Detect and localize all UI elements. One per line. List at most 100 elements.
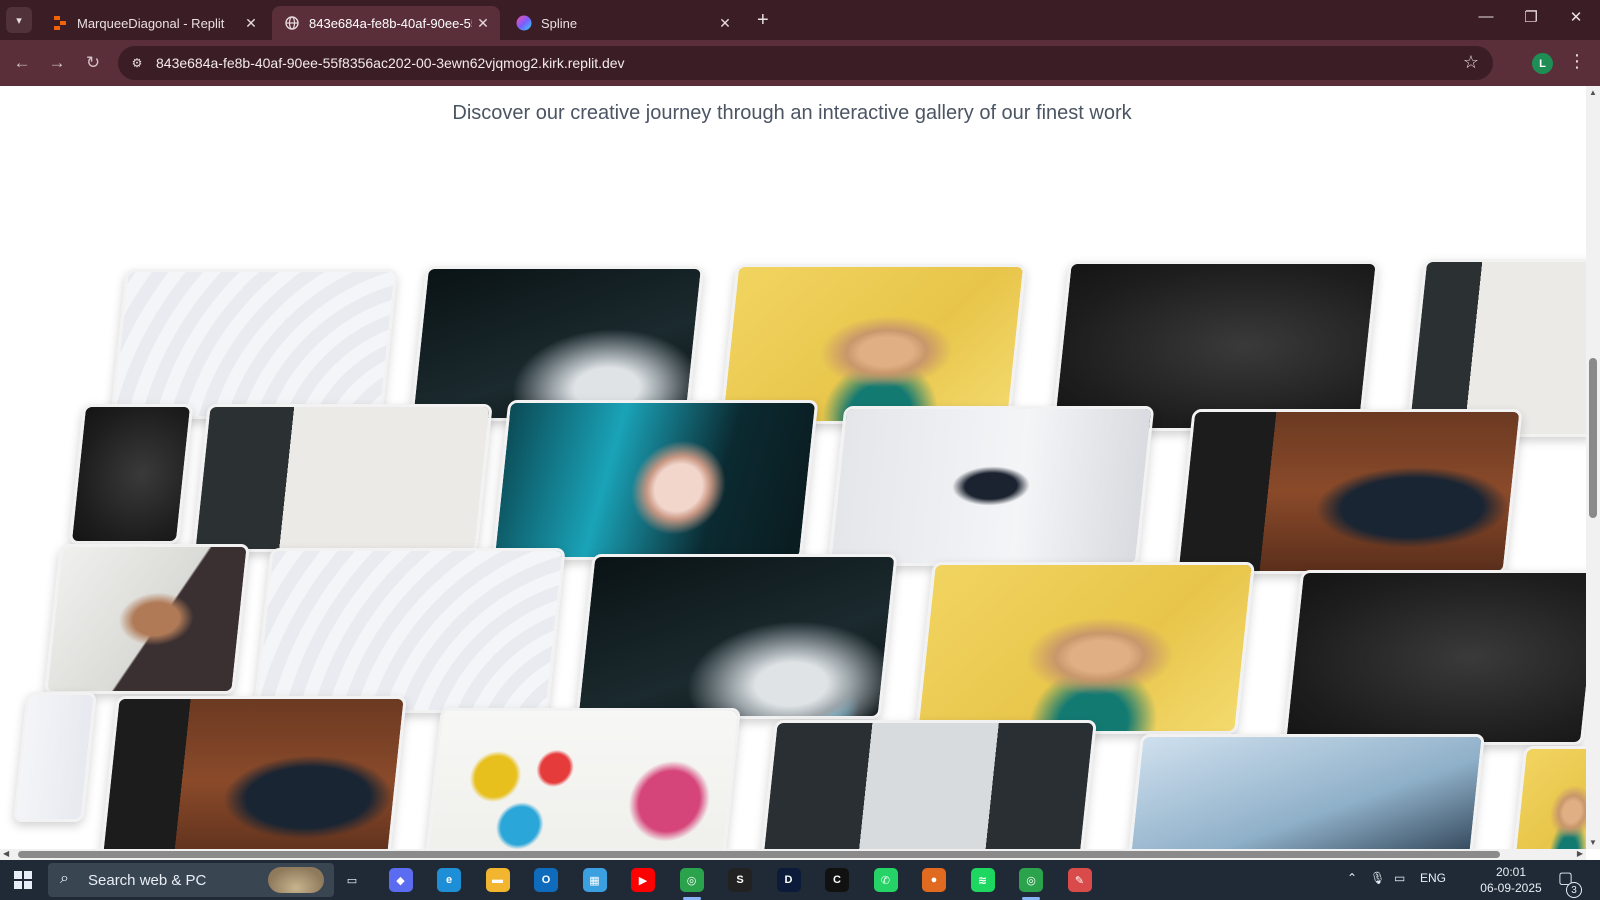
vertical-scrollbar[interactable]: ▲ ▼ bbox=[1586, 86, 1600, 849]
gallery-photo bbox=[830, 409, 1152, 563]
vertical-scroll-thumb[interactable] bbox=[1589, 358, 1597, 518]
store-icon[interactable]: ▦ bbox=[582, 868, 607, 892]
chrome-profile-l-icon[interactable]: ◎ bbox=[1019, 868, 1043, 892]
gallery-card[interactable] bbox=[423, 708, 741, 849]
whatsapp-icon[interactable]: ✆ bbox=[873, 868, 898, 892]
gallery-card[interactable] bbox=[110, 269, 398, 419]
site-info-icon[interactable]: ⚙ bbox=[128, 54, 146, 72]
gallery-card[interactable] bbox=[1175, 409, 1523, 574]
gallery-photo bbox=[426, 711, 738, 849]
clock[interactable]: 20:01 06-09-2025 bbox=[1468, 864, 1554, 896]
search-icon: ⌕ bbox=[60, 870, 69, 887]
gallery-card[interactable] bbox=[1123, 734, 1485, 849]
edge-icon[interactable]: e bbox=[437, 868, 461, 892]
chrome-profile-a-icon[interactable]: ◎ bbox=[679, 868, 704, 892]
globe-icon bbox=[284, 15, 300, 31]
gallery-photo bbox=[494, 403, 816, 557]
gallery-card[interactable] bbox=[575, 554, 898, 719]
tab-replit-dev[interactable]: 843e684a-fe8b-40af-90ee-55f8 ✕ bbox=[272, 6, 500, 40]
bookmark-star-icon[interactable]: ☆ bbox=[1463, 52, 1479, 73]
tab-title: 843e684a-fe8b-40af-90ee-55f8 bbox=[309, 15, 472, 31]
page-subtitle: Discover our creative journey through an… bbox=[452, 102, 1132, 124]
language-indicator[interactable]: ENG bbox=[1420, 871, 1446, 885]
gallery-photo bbox=[113, 272, 395, 416]
reload-icon[interactable]: ↻ bbox=[80, 50, 106, 76]
task-view-icon[interactable]: ▭ bbox=[340, 868, 364, 892]
browser-tab-bar: ▾ MarqueeDiagonal - Replit ✕ 843e684a-fe… bbox=[0, 0, 1600, 40]
file-explorer-icon[interactable]: ▬ bbox=[485, 868, 510, 892]
gallery-photo bbox=[256, 551, 563, 710]
scroll-down-arrow-icon[interactable]: ▼ bbox=[1589, 838, 1597, 847]
gallery-photo bbox=[1286, 573, 1586, 742]
gallery-card[interactable] bbox=[68, 404, 194, 544]
clock-time: 20:01 bbox=[1495, 865, 1527, 879]
gallery-photo bbox=[722, 267, 1024, 421]
scroll-left-arrow-icon[interactable]: ◀ bbox=[3, 849, 9, 858]
scroll-right-arrow-icon[interactable]: ▶ bbox=[1577, 849, 1583, 858]
close-tab-icon[interactable]: ✕ bbox=[472, 15, 494, 32]
gallery-card[interactable] bbox=[253, 548, 566, 713]
minimize-button[interactable]: — bbox=[1466, 8, 1506, 25]
capcut-icon[interactable]: C bbox=[825, 868, 849, 892]
url-text[interactable]: 843e684a-fe8b-40af-90ee-55f8356ac202-00-… bbox=[156, 55, 625, 71]
windows-taskbar: ⌕ Search web & PC ▭ ◆ e ▬ O ▦ ▶ ◎ S D C ✆ ● ≋ ◎ ✎ ⌃ 🎙 ▭… bbox=[0, 860, 1600, 900]
hotstar-icon[interactable]: D bbox=[776, 868, 801, 892]
forward-arrow-icon[interactable]: → bbox=[44, 50, 70, 76]
taskbar-search-box[interactable]: ⌕ Search web & PC bbox=[48, 863, 334, 897]
gallery-photo bbox=[1126, 737, 1482, 849]
browser-menu-icon[interactable]: ⋮ bbox=[1568, 51, 1586, 72]
gallery-photo bbox=[578, 557, 895, 716]
tab-spline[interactable]: Spline ✕ bbox=[504, 6, 742, 40]
gallery-card[interactable] bbox=[491, 400, 819, 560]
address-bar[interactable]: ⚙ 843e684a-fe8b-40af-90ee-55f8356ac202-0… bbox=[118, 46, 1493, 80]
gallery-card[interactable] bbox=[1511, 746, 1586, 849]
spotify-icon[interactable]: ≋ bbox=[970, 868, 995, 892]
gallery-card[interactable] bbox=[827, 406, 1155, 566]
sonyliv-icon[interactable]: S bbox=[728, 868, 752, 892]
voice-recorder-icon[interactable]: ● bbox=[922, 868, 946, 892]
outlook-icon[interactable]: O bbox=[534, 868, 558, 892]
gallery-card[interactable] bbox=[44, 544, 250, 694]
scroll-up-arrow-icon[interactable]: ▲ bbox=[1589, 88, 1597, 97]
gallery-photo bbox=[760, 723, 1094, 849]
gallery-card[interactable] bbox=[99, 696, 407, 849]
clock-date: 06-09-2025 bbox=[1480, 881, 1542, 895]
show-hidden-icons-chevron-icon[interactable]: ⌃ bbox=[1347, 871, 1357, 885]
browser-toolbar: ← → ↻ ⚙ 843e684a-fe8b-40af-90ee-55f8356a… bbox=[0, 40, 1600, 86]
gallery-card[interactable] bbox=[409, 266, 705, 421]
diagonal-marquee-gallery bbox=[0, 86, 1586, 849]
gallery-photo bbox=[413, 269, 701, 418]
search-placeholder: Search web & PC bbox=[88, 872, 207, 889]
spline-icon bbox=[516, 15, 532, 31]
search-highlight-image bbox=[268, 867, 324, 893]
gallery-photo bbox=[16, 695, 94, 819]
close-tab-icon[interactable]: ✕ bbox=[240, 15, 262, 32]
profile-avatar[interactable]: L bbox=[1532, 53, 1553, 74]
network-icon[interactable]: ▭ bbox=[1394, 871, 1405, 885]
horizontal-scroll-thumb[interactable] bbox=[18, 851, 1500, 858]
gallery-card[interactable] bbox=[13, 692, 97, 822]
gallery-photo bbox=[918, 565, 1252, 731]
horizontal-scrollbar[interactable]: ◀ ▶ bbox=[0, 849, 1586, 860]
new-tab-button[interactable]: + bbox=[757, 9, 769, 32]
close-window-button[interactable]: ✕ bbox=[1556, 8, 1596, 26]
tab-search-button[interactable]: ▾ bbox=[6, 7, 32, 33]
tab-replit[interactable]: MarqueeDiagonal - Replit ✕ bbox=[40, 6, 268, 40]
gallery-card[interactable] bbox=[914, 562, 1256, 734]
restore-button[interactable]: ❐ bbox=[1511, 8, 1551, 26]
microphone-icon[interactable]: 🎙 bbox=[1370, 871, 1385, 885]
back-arrow-icon[interactable]: ← bbox=[9, 50, 35, 76]
youtube-icon[interactable]: ▶ bbox=[631, 868, 655, 892]
gallery-card[interactable] bbox=[192, 404, 493, 552]
paint-icon[interactable]: ✎ bbox=[1067, 868, 1092, 892]
gallery-photo bbox=[71, 407, 191, 541]
gallery-photo bbox=[47, 547, 247, 691]
gallery-photo bbox=[195, 407, 490, 549]
gallery-card[interactable] bbox=[1282, 570, 1586, 745]
tab-title: MarqueeDiagonal - Replit bbox=[77, 15, 225, 31]
close-tab-icon[interactable]: ✕ bbox=[714, 15, 736, 32]
notification-count-badge: 3 bbox=[1566, 882, 1582, 898]
copilot-icon[interactable]: ◆ bbox=[388, 868, 413, 892]
gallery-card[interactable] bbox=[757, 720, 1097, 849]
windows-start-icon[interactable] bbox=[14, 871, 32, 889]
